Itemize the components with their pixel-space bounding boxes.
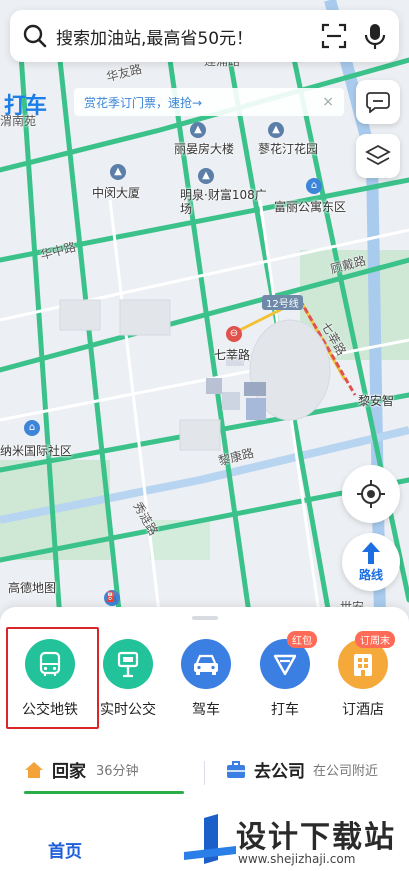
- route-label: 路线: [358, 568, 383, 582]
- building-pin-icon: ▲: [190, 122, 206, 138]
- search-input[interactable]: 搜索加油站,最高省50元！: [56, 24, 321, 49]
- building-pin-icon: ▲: [110, 164, 126, 180]
- quick-action-label: 订酒店: [342, 702, 384, 718]
- crosshair-icon: [357, 480, 385, 508]
- search-bar[interactable]: 搜索加油站,最高省50元！: [10, 10, 399, 62]
- work-shortcut-title: 去公司: [254, 762, 305, 782]
- metro-station-icon: ⊖: [226, 326, 242, 342]
- watermark: 设计下载站 www.shejizhaji.com: [180, 810, 409, 871]
- route-button[interactable]: 路线: [342, 533, 400, 591]
- quick-action-realtime-bus[interactable]: 实时公交: [88, 629, 168, 719]
- divider: [204, 761, 205, 785]
- gas-station-icon: ⛽: [104, 590, 120, 606]
- watermark-url: www.shejizhaji.com: [238, 852, 356, 866]
- quick-action-bus-metro[interactable]: 公交地铁: [6, 627, 99, 729]
- route-arrow-icon: [362, 542, 380, 564]
- tab-home[interactable]: 首页: [48, 837, 82, 862]
- quick-action-label: 实时公交: [100, 702, 156, 718]
- layers-icon: [365, 144, 391, 166]
- bus-stop-icon: [103, 639, 153, 689]
- promo-banner[interactable]: 赏花季订门票，速抢→ ×: [74, 88, 344, 116]
- home-traffic-bar: [24, 791, 184, 794]
- go-home-shortcut[interactable]: 回家 36分钟: [24, 757, 139, 782]
- poi-label[interactable]: 富丽公寓东区: [274, 198, 346, 215]
- poi-label[interactable]: 中闵大厦: [92, 184, 140, 201]
- metro-line-label: 12号线: [262, 295, 303, 310]
- promo-badge: 订周末: [355, 631, 395, 648]
- message-button[interactable]: [356, 80, 400, 124]
- building-pin-icon: ▲: [268, 122, 284, 138]
- search-icon: [23, 24, 47, 48]
- poi-label[interactable]: 明泉·财富108广场: [180, 188, 275, 216]
- poi-label[interactable]: 丽晏房大楼: [174, 140, 234, 157]
- residence-pin-icon: ⌂: [24, 420, 40, 436]
- briefcase-icon: [227, 760, 245, 778]
- promo-banner-text[interactable]: 赏花季订门票，速抢→: [84, 94, 322, 111]
- layers-button[interactable]: [356, 134, 400, 178]
- home-shortcut-title: 回家: [52, 762, 86, 782]
- poi-label[interactable]: 纳米国际社区: [0, 442, 72, 459]
- scan-icon[interactable]: [321, 23, 347, 49]
- quick-action-drive[interactable]: 驾车: [166, 629, 246, 719]
- home-icon: [25, 761, 43, 778]
- poi-label[interactable]: 七莘路: [214, 346, 250, 363]
- home-shortcut-eta: 36分钟: [96, 764, 139, 779]
- work-shortcut-status: 在公司附近: [313, 764, 379, 779]
- promo-badge: 红包: [287, 631, 317, 648]
- quick-action-label: 打车: [271, 702, 299, 718]
- drag-handle[interactable]: [192, 616, 218, 620]
- quick-action-taxi[interactable]: 红包 打车: [245, 629, 325, 719]
- building-pin-icon: ▲: [198, 168, 214, 184]
- watermark-title: 设计下载站: [236, 820, 396, 855]
- quick-action-label: 驾车: [192, 702, 220, 718]
- locate-button[interactable]: [342, 465, 400, 523]
- shortcut-row: 回家 36分钟 去公司 在公司附近: [0, 757, 409, 797]
- close-icon[interactable]: ×: [322, 94, 334, 110]
- poi-label[interactable]: 蓼花汀花园: [258, 140, 318, 157]
- highlight-box: [6, 627, 99, 729]
- poi-label[interactable]: 高德地图: [8, 579, 56, 596]
- taxi-brand-logo[interactable]: 打车: [4, 88, 47, 120]
- mic-icon[interactable]: [363, 22, 387, 50]
- car-icon: [181, 639, 231, 689]
- go-work-shortcut[interactable]: 去公司 在公司附近: [226, 757, 378, 782]
- chat-bubble-icon: [366, 92, 390, 113]
- residence-pin-icon: ⌂: [306, 178, 322, 194]
- poi-label[interactable]: 黎安智: [358, 392, 394, 409]
- quick-action-hotel[interactable]: 订周末 订酒店: [323, 629, 403, 719]
- watermark-logo-icon: [184, 814, 236, 864]
